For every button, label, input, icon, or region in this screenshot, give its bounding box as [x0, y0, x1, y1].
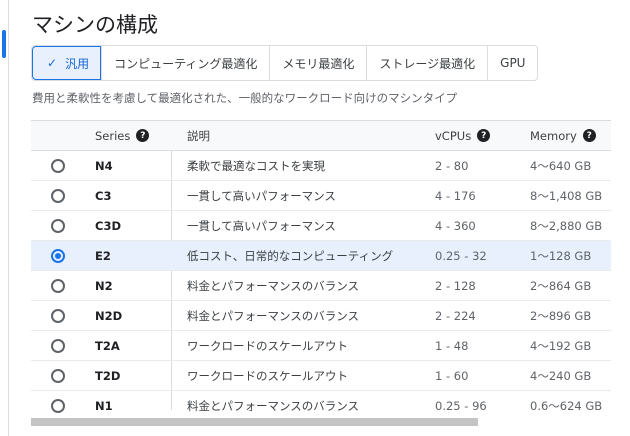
- series-description: 一貫して高いパフォーマンス: [187, 188, 336, 203]
- series-memory: 2～864 GB: [530, 278, 592, 293]
- radio-icon[interactable]: [51, 158, 65, 173]
- series-memory: 0.6～624 GB: [530, 398, 603, 413]
- series-vcpus: 2 - 128: [435, 278, 476, 293]
- header-description-label: 説明: [187, 128, 210, 143]
- series-description: 料金とパフォーマンスのバランス: [187, 278, 360, 293]
- tab-label: 汎用: [65, 56, 90, 71]
- check-icon: ✓: [47, 56, 58, 70]
- header-series: Series ?: [95, 121, 150, 150]
- tab-label: コンピューティング最適化: [114, 56, 258, 71]
- header-vcpus: vCPUs ?: [435, 121, 491, 150]
- series-description: 柔軟で最適なコストを実現: [187, 158, 325, 173]
- header-memory-label: Memory: [530, 128, 577, 143]
- series-vcpus: 4 - 176: [435, 188, 476, 203]
- tab-memory-optimized[interactable]: メモリ最適化: [269, 46, 366, 80]
- help-icon[interactable]: ?: [582, 129, 596, 142]
- series-vcpus: 1 - 60: [435, 368, 469, 383]
- series-memory: 2～896 GB: [530, 308, 592, 323]
- help-icon[interactable]: ?: [136, 129, 150, 142]
- series-memory: 8～2,880 GB: [530, 218, 603, 233]
- series-memory: 4～640 GB: [530, 158, 592, 173]
- tab-label: ストレージ最適化: [379, 56, 476, 71]
- radio-icon[interactable]: [51, 278, 65, 293]
- tab-description: 費用と柔軟性を考慮して最適化された、一般的なワークロード向けのマシンタイプ: [32, 91, 458, 105]
- table-row[interactable]: N1 料金とパフォーマンスのバランス 0.25 - 96 0.6～624 GB: [31, 391, 611, 421]
- series-vcpus: 4 - 360: [435, 218, 476, 233]
- tab-storage-optimized[interactable]: ストレージ最適化: [366, 46, 487, 80]
- tab-gpu[interactable]: GPU: [487, 46, 537, 80]
- series-vcpus: 0.25 - 96: [435, 398, 487, 413]
- left-accent-bar: [2, 30, 6, 58]
- radio-icon[interactable]: [51, 188, 65, 203]
- table-row[interactable]: N2D 料金とパフォーマンスのバランス 2 - 224 2～896 GB: [31, 301, 611, 331]
- series-description: 料金とパフォーマンスのバランス: [187, 308, 360, 323]
- left-rule: [8, 0, 9, 436]
- series-name: T2D: [95, 368, 121, 383]
- series-name: C3: [95, 188, 112, 203]
- machine-family-tabs: ✓ 汎用 コンピューティング最適化 メモリ最適化 ストレージ最適化 GPU: [31, 45, 539, 81]
- machine-series-table: Series ? 説明 vCPUs ? Memory ? N4 柔軟で最適なコス…: [31, 120, 611, 421]
- series-memory: 8～1,408 GB: [530, 188, 603, 203]
- series-name: C3D: [95, 218, 121, 233]
- series-vcpus: 1 - 48: [435, 338, 469, 353]
- series-name: E2: [95, 248, 111, 263]
- series-name: N1: [95, 398, 113, 413]
- table-row[interactable]: T2D ワークロードのスケールアウト 1 - 60 4～240 GB: [31, 361, 611, 391]
- table-row[interactable]: C3 一貫して高いパフォーマンス 4 - 176 8～1,408 GB: [31, 181, 611, 211]
- series-vcpus: 2 - 80: [435, 158, 469, 173]
- series-memory: 1～128 GB: [530, 248, 592, 263]
- table-row[interactable]: T2A ワークロードのスケールアウト 1 - 48 4～192 GB: [31, 331, 611, 361]
- series-description: ワークロードのスケールアウト: [187, 368, 348, 383]
- table-row[interactable]: C3D 一貫して高いパフォーマンス 4 - 360 8～2,880 GB: [31, 211, 611, 241]
- radio-icon[interactable]: [51, 368, 65, 383]
- series-vcpus: 0.25 - 32: [435, 248, 487, 263]
- series-description: 料金とパフォーマンスのバランス: [187, 398, 360, 413]
- horizontal-scrollbar-thumb[interactable]: [31, 418, 478, 426]
- radio-icon[interactable]: [51, 308, 65, 323]
- page-title: マシンの構成: [32, 13, 158, 37]
- series-name: N4: [95, 158, 113, 173]
- series-memory: 4～192 GB: [530, 338, 592, 353]
- tab-label: GPU: [500, 56, 526, 70]
- header-memory: Memory ?: [530, 121, 596, 150]
- table-row[interactable]: N4 柔軟で最適なコストを実現 2 - 80 4～640 GB: [31, 151, 611, 181]
- series-name: N2: [95, 278, 113, 293]
- series-vcpus: 2 - 224: [435, 308, 476, 323]
- tab-label: メモリ最適化: [282, 56, 355, 71]
- series-description: ワークロードのスケールアウト: [187, 338, 348, 353]
- header-series-label: Series: [95, 128, 131, 143]
- series-name: T2A: [95, 338, 120, 353]
- series-name: N2D: [95, 308, 123, 323]
- series-memory: 4～240 GB: [530, 368, 592, 383]
- radio-icon[interactable]: [51, 248, 65, 263]
- series-description: 一貫して高いパフォーマンス: [187, 218, 336, 233]
- radio-icon[interactable]: [51, 338, 65, 353]
- radio-icon[interactable]: [51, 398, 65, 413]
- tab-compute-optimized[interactable]: コンピューティング最適化: [101, 46, 269, 80]
- header-vcpus-label: vCPUs: [435, 128, 472, 143]
- header-description: 説明: [187, 121, 210, 150]
- table-row[interactable]: N2 料金とパフォーマンスのバランス 2 - 128 2～864 GB: [31, 271, 611, 301]
- table-row-selected[interactable]: E2 低コスト、日常的なコンピューティング 0.25 - 32 1～128 GB: [31, 241, 611, 271]
- radio-icon[interactable]: [51, 218, 65, 233]
- series-description: 低コスト、日常的なコンピューティング: [187, 248, 394, 263]
- table-header: Series ? 説明 vCPUs ? Memory ?: [31, 120, 611, 151]
- help-icon[interactable]: ?: [477, 129, 491, 142]
- tab-general-purpose[interactable]: ✓ 汎用: [32, 46, 102, 80]
